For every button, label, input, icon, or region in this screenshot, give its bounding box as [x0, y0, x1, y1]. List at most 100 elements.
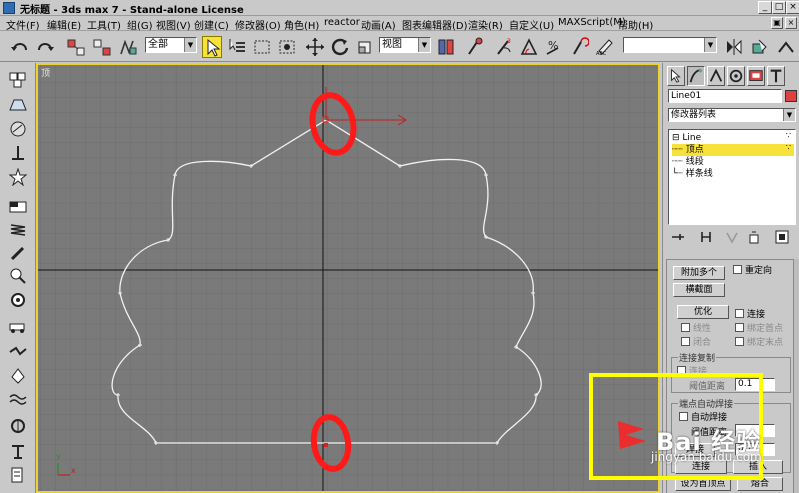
tab-create[interactable] [667, 66, 685, 86]
connect-checkbox[interactable]: 连接 [735, 307, 765, 320]
named-selection-sets-dropdown[interactable]: ▼ [623, 37, 717, 53]
menu-customize[interactable]: 自定义(U) [509, 17, 554, 32]
tab-hierarchy[interactable] [707, 66, 725, 86]
point-to-point-icon[interactable] [8, 466, 28, 484]
deforming-mesh-icon[interactable] [8, 167, 28, 187]
rope-collection-icon[interactable] [8, 144, 28, 162]
menu-graph-editors[interactable]: 图表编辑器(D) [402, 17, 468, 32]
menu-maxscript[interactable]: MAXScript(M) [558, 17, 626, 28]
mirror-icon[interactable] [724, 36, 744, 58]
rigid-body-collection-icon[interactable] [8, 71, 28, 89]
soft-body-collection-icon[interactable] [8, 120, 28, 138]
cloth-collection-icon[interactable] [8, 96, 28, 114]
select-and-manipulate-icon[interactable] [465, 36, 485, 58]
constraint-solver-icon[interactable] [8, 391, 28, 409]
object-color-swatch[interactable] [785, 90, 797, 102]
spring-icon[interactable] [8, 221, 28, 239]
hinge-constraint-icon[interactable] [8, 442, 28, 460]
close-doc-button[interactable]: × [785, 17, 797, 29]
menu-file[interactable]: 文件(F) [6, 17, 40, 32]
percent-snap-icon[interactable]: % [544, 36, 564, 58]
menu-character[interactable]: 角色(H) [284, 17, 319, 32]
angle-snap-icon[interactable] [519, 36, 539, 58]
menu-tools[interactable]: 工具(T) [87, 17, 121, 32]
menu-help[interactable]: 帮助(H) [618, 17, 653, 32]
minimize-button[interactable]: _ [758, 1, 772, 14]
modifier-list-dropdown[interactable]: 修改器列表 ▼ [668, 108, 796, 122]
scale-icon[interactable] [355, 36, 375, 58]
menu-edit[interactable]: 编辑(E) [47, 17, 81, 32]
viewport-label[interactable]: 顶 [41, 66, 50, 79]
pivot-point-center-icon[interactable] [436, 36, 456, 58]
fracture-icon[interactable] [8, 342, 28, 360]
plane-icon[interactable] [8, 198, 28, 216]
wind-icon[interactable] [8, 291, 28, 309]
remove-modifier-icon[interactable] [747, 230, 761, 244]
checkbox-box [733, 265, 742, 274]
stack-item-segment[interactable]: ┈┈ 线段 [672, 156, 794, 168]
top-viewport[interactable]: 顶 y x [36, 63, 660, 493]
menu-animation[interactable]: 动画(A) [361, 17, 396, 32]
object-name-field[interactable]: Line01 [668, 89, 782, 103]
align-icon[interactable] [750, 36, 770, 58]
menu-reactor[interactable]: reactor [324, 17, 360, 28]
sub-object-dots-icon: ∵ [785, 131, 791, 140]
restore-doc-button[interactable]: ▣ [771, 17, 783, 29]
bind-to-space-warp-icon[interactable] [118, 36, 138, 58]
motor-icon[interactable] [8, 267, 28, 285]
select-object-icon[interactable] [202, 36, 222, 58]
close-button[interactable]: × [786, 1, 799, 14]
linear-checkbox[interactable]: 线性 [681, 321, 711, 334]
unlink-selection-icon[interactable] [92, 36, 112, 58]
tab-motion[interactable] [727, 66, 745, 86]
cross-section-button[interactable]: 横截面 [673, 283, 725, 297]
svg-text:3: 3 [507, 38, 511, 45]
pin-stack-icon[interactable] [671, 230, 685, 244]
attach-multiple-button[interactable]: 附加多个 [673, 266, 725, 280]
rectangular-selection-icon[interactable] [252, 36, 272, 58]
bind-first-checkbox[interactable]: 绑定首点 [735, 321, 783, 334]
water-icon[interactable] [8, 367, 28, 385]
select-and-link-icon[interactable] [66, 36, 86, 58]
dashpot-icon[interactable] [8, 244, 28, 262]
spinner-snap-icon[interactable] [569, 36, 590, 58]
app-icon [3, 2, 15, 14]
window-title: 无标题 - 3ds max 7 - Stand-alone License [20, 5, 244, 16]
stack-item-vertex[interactable]: ┈┈ 顶点 [672, 144, 794, 156]
bind-first-label: 绑定首点 [747, 324, 784, 334]
toy-car-icon[interactable] [8, 317, 28, 335]
reference-coordinate-dropdown[interactable]: 视图 ▼ [379, 37, 431, 53]
reorient-checkbox[interactable]: 重定向 [733, 263, 772, 276]
edit-named-selection-icon[interactable]: ABC [595, 36, 615, 58]
menu-views[interactable]: 视图(V) [156, 17, 191, 32]
menu-create[interactable]: 创建(C) [194, 17, 229, 32]
undo-icon[interactable] [10, 36, 30, 58]
rotate-icon[interactable] [330, 36, 350, 58]
closed-checkbox[interactable]: 闭合 [681, 335, 711, 348]
maximize-button[interactable]: □ [772, 1, 786, 14]
menu-modifiers[interactable]: 修改器(O) [235, 17, 281, 32]
tab-display[interactable] [747, 66, 765, 86]
stack-item-line[interactable]: ⊟ Line [672, 132, 794, 144]
redo-icon[interactable] [35, 36, 55, 58]
selection-filter-dropdown[interactable]: 全部 ▼ [145, 37, 197, 53]
snaps-toggle-icon[interactable]: 3 [494, 36, 514, 58]
show-end-result-icon[interactable] [699, 230, 713, 244]
ragdoll-constraint-icon[interactable] [8, 417, 28, 435]
chevron-down-icon: ▼ [418, 38, 430, 52]
tab-utilities[interactable] [767, 66, 785, 86]
menu-group[interactable]: 组(G) [127, 17, 153, 32]
make-unique-icon[interactable] [725, 230, 739, 244]
menu-rendering[interactable]: 渲染(R) [468, 17, 503, 32]
layer-manager-icon[interactable] [776, 36, 796, 58]
bind-last-checkbox[interactable]: 绑定末点 [735, 335, 783, 348]
tab-modify[interactable] [687, 66, 705, 86]
move-icon[interactable] [305, 36, 325, 58]
stack-item-spline[interactable]: └┈ 样条线 [672, 168, 794, 180]
configure-modifier-sets-icon[interactable] [775, 230, 789, 244]
chevron-down-icon: ▼ [783, 109, 795, 121]
refine-button[interactable]: 优化 [677, 305, 729, 319]
select-by-name-icon[interactable] [227, 36, 247, 58]
bind-last-label: 绑定末点 [747, 338, 784, 348]
window-crossing-icon[interactable] [277, 36, 297, 58]
